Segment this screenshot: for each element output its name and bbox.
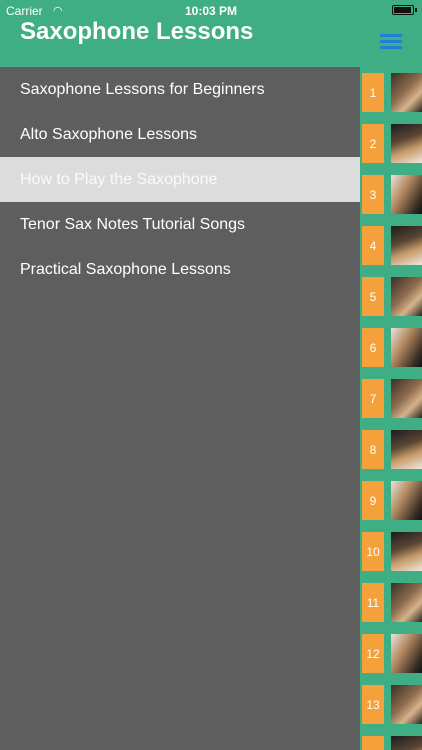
lesson-thumbnail <box>391 430 422 469</box>
menu-item-practical[interactable]: Practical Saxophone Lessons <box>0 247 360 292</box>
menu-item-label: How to Play the Saxophone <box>20 171 218 188</box>
lesson-thumbnail <box>391 328 422 367</box>
lesson-number-badge: 8 <box>362 430 384 469</box>
lesson-row[interactable]: 14 <box>360 730 422 750</box>
lesson-row[interactable]: 1 <box>360 67 422 118</box>
lesson-thumbnail <box>391 379 422 418</box>
lesson-number-badge: 3 <box>362 175 384 214</box>
lesson-number-badge: 6 <box>362 328 384 367</box>
drawer-menu: Saxophone Lessons for Beginners Alto Sax… <box>0 67 360 292</box>
menu-item-alto[interactable]: Alto Saxophone Lessons <box>0 112 360 157</box>
lesson-thumbnail <box>391 481 422 520</box>
lesson-number-badge: 11 <box>362 583 384 622</box>
lesson-thumbnail <box>391 277 422 316</box>
menu-item-beginners[interactable]: Saxophone Lessons for Beginners <box>0 67 360 112</box>
menu-item-tenor[interactable]: Tenor Sax Notes Tutorial Songs <box>0 202 360 247</box>
navigation-drawer: Saxophone Lessons Saxophone Lessons for … <box>0 0 360 750</box>
lesson-number-badge: 14 <box>362 736 384 750</box>
lesson-row[interactable]: 7 <box>360 373 422 424</box>
lesson-row[interactable]: 9 <box>360 475 422 526</box>
lesson-number-badge: 9 <box>362 481 384 520</box>
lesson-thumbnail <box>391 532 422 571</box>
menu-item-label: Saxophone Lessons for Beginners <box>20 81 265 98</box>
lesson-row[interactable]: 3 <box>360 169 422 220</box>
hamburger-menu-icon[interactable] <box>380 34 402 50</box>
lesson-thumbnail <box>391 634 422 673</box>
lesson-number-badge: 13 <box>362 685 384 724</box>
lesson-row[interactable]: 5 <box>360 271 422 322</box>
menu-item-label: Practical Saxophone Lessons <box>20 261 231 278</box>
lesson-thumbnail <box>391 583 422 622</box>
drawer-title: Saxophone Lessons <box>20 18 254 45</box>
status-bar: Carrier ◠ 10:03 PM <box>0 0 422 22</box>
menu-item-label: Tenor Sax Notes Tutorial Songs <box>20 216 246 233</box>
lesson-thumbnail <box>391 124 422 163</box>
battery-icon <box>392 5 414 15</box>
lesson-row[interactable]: 6 <box>360 322 422 373</box>
lesson-row[interactable]: 10 <box>360 526 422 577</box>
lesson-row[interactable]: 2 <box>360 118 422 169</box>
lesson-number-badge: 10 <box>362 532 384 571</box>
lesson-row[interactable]: 8 <box>360 424 422 475</box>
lesson-list: 1234567891011121314 <box>360 67 422 750</box>
lesson-number-badge: 7 <box>362 379 384 418</box>
lesson-row[interactable]: 13 <box>360 679 422 730</box>
lesson-number-badge: 2 <box>362 124 384 163</box>
lesson-number-badge: 12 <box>362 634 384 673</box>
lesson-number-badge: 1 <box>362 73 384 112</box>
lesson-row[interactable]: 12 <box>360 628 422 679</box>
lesson-thumbnail <box>391 175 422 214</box>
lesson-row[interactable]: 11 <box>360 577 422 628</box>
menu-item-how-to-play[interactable]: How to Play the Saxophone <box>0 157 360 202</box>
status-time: 10:03 PM <box>184 4 238 18</box>
lesson-number-badge: 5 <box>362 277 384 316</box>
menu-item-label: Alto Saxophone Lessons <box>20 126 198 143</box>
battery-tip <box>415 8 417 12</box>
main-content-panel[interactable]: 1234567891011121314 <box>360 0 422 750</box>
lesson-number-badge: 4 <box>362 226 384 265</box>
lesson-thumbnail <box>391 736 422 750</box>
lesson-row[interactable]: 4 <box>360 220 422 271</box>
lesson-thumbnail <box>391 685 422 724</box>
lesson-thumbnail <box>391 73 422 112</box>
lesson-thumbnail <box>391 226 422 265</box>
